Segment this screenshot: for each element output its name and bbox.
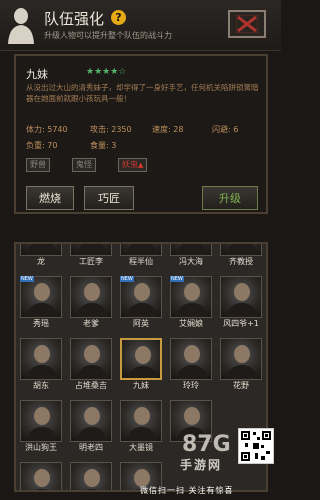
character-name: 大墨镜	[129, 443, 153, 452]
character-portrait	[20, 244, 62, 256]
stat-speed: 速度: 28	[152, 125, 184, 134]
character-portrait	[20, 462, 62, 490]
trait-tag-label: 妖虫	[122, 160, 138, 169]
hero-detail-panel: 九妹 ★★★★☆ 从没出过大山的清秀妹子，却学得了一身好手艺，任何机关陷阱锁簧暗…	[14, 54, 268, 214]
character-portrait	[70, 244, 112, 256]
up-arrow-icon: ▲	[138, 161, 144, 169]
character-portrait	[220, 338, 262, 380]
roster-character[interactable]: NEW 秀瑶	[20, 276, 62, 332]
character-avatar-icon	[8, 8, 34, 44]
character-portrait	[120, 244, 162, 256]
page-subtitle: 升级人物可以提升整个队伍的战斗力	[44, 31, 172, 40]
character-name: 工匠李	[79, 257, 103, 266]
character-name: 九妹	[133, 381, 149, 390]
character-portrait	[20, 338, 62, 380]
roster-character[interactable]: 胡东	[20, 338, 62, 394]
character-portrait	[70, 276, 112, 318]
hero-star-rating: ★★★★☆	[86, 67, 127, 77]
new-badge: NEW	[170, 276, 184, 282]
page-title: 队伍强化	[44, 10, 105, 28]
roster-character[interactable]	[70, 462, 112, 490]
roster-character[interactable]: 老爹	[70, 276, 112, 332]
qr-code-icon	[238, 428, 274, 464]
roster-character[interactable]	[20, 462, 62, 490]
character-name: 老爹	[83, 319, 99, 328]
roster-character[interactable]: 明老四	[70, 400, 112, 456]
close-button[interactable]	[228, 10, 266, 38]
roster-character[interactable]: 风四爷+1	[220, 276, 262, 332]
watermark-brand: 87G	[182, 432, 231, 457]
skill-burn-button[interactable]: 燃烧	[26, 186, 74, 210]
stat-dodge: 闪避: 6	[212, 125, 239, 134]
character-name: 艾娴娘	[179, 319, 203, 328]
skill-craftsman-button[interactable]: 巧匠	[84, 186, 134, 210]
character-name: 洪山狗王	[25, 443, 57, 452]
character-name: 阿英	[133, 319, 149, 328]
character-portrait	[120, 338, 162, 380]
stat-load: 负重: 70	[26, 141, 58, 150]
new-badge: NEW	[20, 276, 34, 282]
roster-character[interactable]: NEW 阿英	[120, 276, 162, 332]
character-portrait	[220, 276, 262, 318]
character-name: 占堆桑吉	[75, 381, 107, 390]
trait-tag: 野兽	[26, 158, 50, 172]
character-name: 风四爷+1	[223, 319, 259, 328]
character-portrait	[70, 338, 112, 380]
character-portrait	[20, 400, 62, 442]
header: 队伍强化 ? 升级人物可以提升整个队伍的战斗力	[0, 0, 281, 51]
trait-tag: 鬼怪	[72, 158, 96, 172]
help-icon[interactable]: ?	[111, 10, 126, 25]
stat-hp: 体力: 5740	[26, 125, 68, 134]
roster-character[interactable]: 玲玲	[170, 338, 212, 394]
roster-character[interactable]: 大墨镜	[120, 400, 162, 456]
character-name: 明老四	[79, 443, 103, 452]
character-portrait	[170, 338, 212, 380]
roster-character[interactable]: 占堆桑吉	[70, 338, 112, 394]
character-name: 冯大海	[179, 257, 203, 266]
roster-character-selected[interactable]: 九妹	[120, 338, 162, 394]
hero-name: 九妹	[26, 68, 48, 81]
character-name: 秀瑶	[33, 319, 49, 328]
trait-tag-weakness: 妖虫▲	[118, 158, 148, 172]
roster-character[interactable]: 冯大海	[170, 244, 212, 270]
character-name: 玲玲	[183, 381, 199, 390]
stat-food: 食量: 3	[90, 141, 117, 150]
character-name: 齐教授	[229, 257, 253, 266]
new-badge: NEW	[120, 276, 134, 282]
close-icon	[236, 15, 258, 33]
roster-character[interactable]: 齐教授	[220, 244, 262, 270]
character-portrait	[20, 276, 62, 318]
roster-character[interactable]: 龙	[20, 244, 62, 270]
watermark-site: 手游网	[180, 458, 223, 472]
watermark-scan-text: 微信扫一扫 关注有惊喜	[140, 486, 234, 495]
character-name: 程半仙	[129, 257, 153, 266]
character-name: 龙	[37, 257, 45, 266]
stat-attack: 攻击: 2350	[90, 125, 132, 134]
character-name: 胡东	[33, 381, 49, 390]
hero-description: 从没出过大山的清秀妹子，却学得了一身好手艺，任何机关陷阱锁簧暗器在她面前就跟小孩…	[26, 83, 259, 103]
roster-character[interactable]: 程半仙	[120, 244, 162, 270]
character-portrait	[170, 276, 212, 318]
roster-character[interactable]: 花野	[220, 338, 262, 394]
character-portrait	[70, 462, 112, 490]
character-portrait	[220, 244, 262, 256]
character-name: 花野	[233, 381, 249, 390]
roster-character[interactable]: 工匠李	[70, 244, 112, 270]
upgrade-button[interactable]: 升级	[202, 186, 258, 210]
character-portrait	[170, 244, 212, 256]
character-portrait	[70, 400, 112, 442]
character-portrait	[120, 400, 162, 442]
roster-character[interactable]: 洪山狗王	[20, 400, 62, 456]
roster-character[interactable]: NEW 艾娴娘	[170, 276, 212, 332]
character-portrait	[120, 276, 162, 318]
